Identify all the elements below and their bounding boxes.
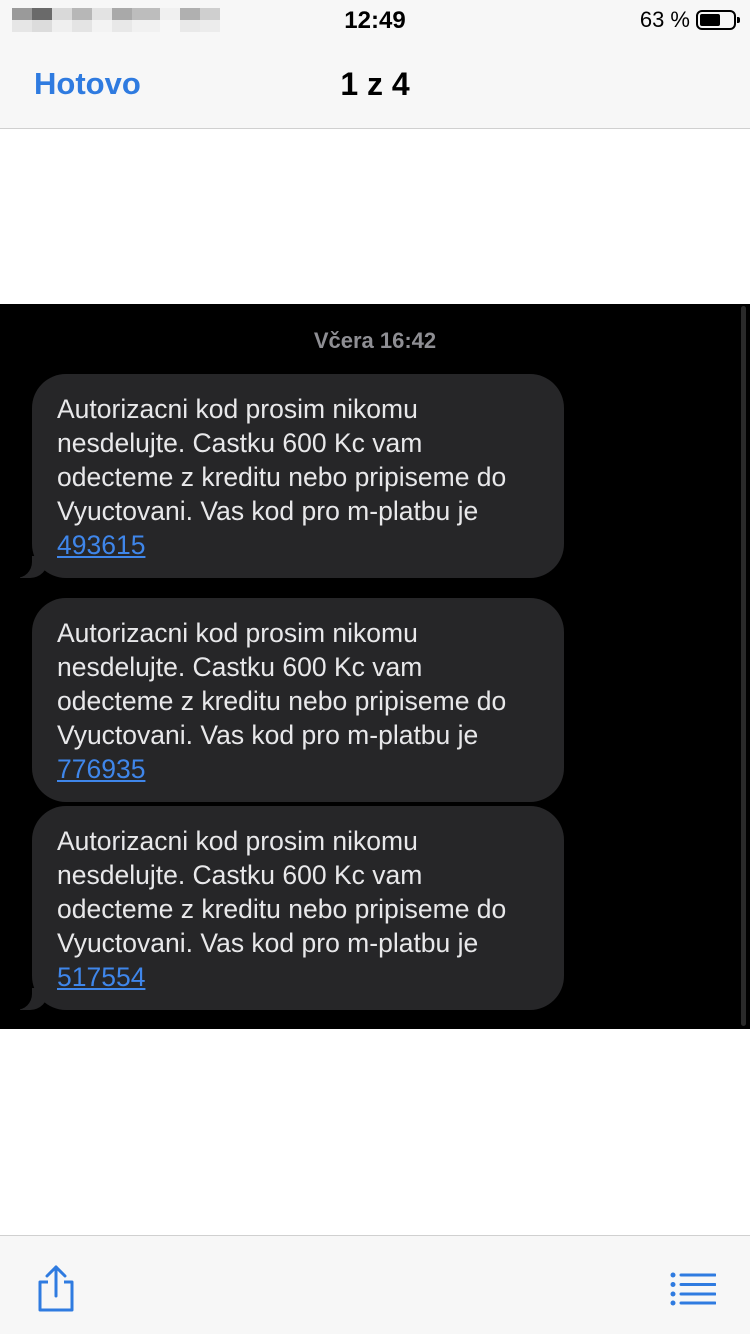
battery-indicator: 63 % <box>639 7 740 33</box>
message-text: Autorizacni kod prosim nikomu nesdelujte… <box>57 826 507 958</box>
message-screenshot-image[interactable]: Včera 16:42 Autorizacni kod prosim nikom… <box>0 304 750 1029</box>
auth-code-link[interactable]: 493615 <box>57 530 145 560</box>
status-bar: 12:49 63 % <box>0 0 750 42</box>
message-bubble: Autorizacni kod prosim nikomu nesdelujte… <box>10 806 564 1010</box>
message-text: Autorizacni kod prosim nikomu nesdelujte… <box>57 394 507 526</box>
share-icon <box>38 1265 74 1312</box>
scroll-indicator <box>741 306 746 1026</box>
bottom-toolbar <box>0 1235 750 1334</box>
battery-percent: 63 % <box>639 7 690 32</box>
navigation-bar: Hotovo 1 z 4 <box>0 42 750 129</box>
list-icon <box>670 1272 717 1306</box>
status-time: 12:49 <box>344 7 406 34</box>
share-button[interactable] <box>34 1264 78 1314</box>
battery-fill <box>700 14 721 26</box>
page-title: 1 z 4 <box>340 66 410 102</box>
message-text: Autorizacni kod prosim nikomu nesdelujte… <box>57 618 507 750</box>
battery-icon <box>696 10 740 30</box>
list-button[interactable] <box>670 1272 717 1306</box>
message-bubble: Autorizacni kod prosim nikomu nesdelujte… <box>32 598 564 802</box>
message-timestamp: Včera 16:42 <box>313 328 437 353</box>
message-bubble: Autorizacni kod prosim nikomu nesdelujte… <box>10 374 564 578</box>
auth-code-link[interactable]: 517554 <box>57 962 145 992</box>
auth-code-link[interactable]: 776935 <box>57 754 145 784</box>
